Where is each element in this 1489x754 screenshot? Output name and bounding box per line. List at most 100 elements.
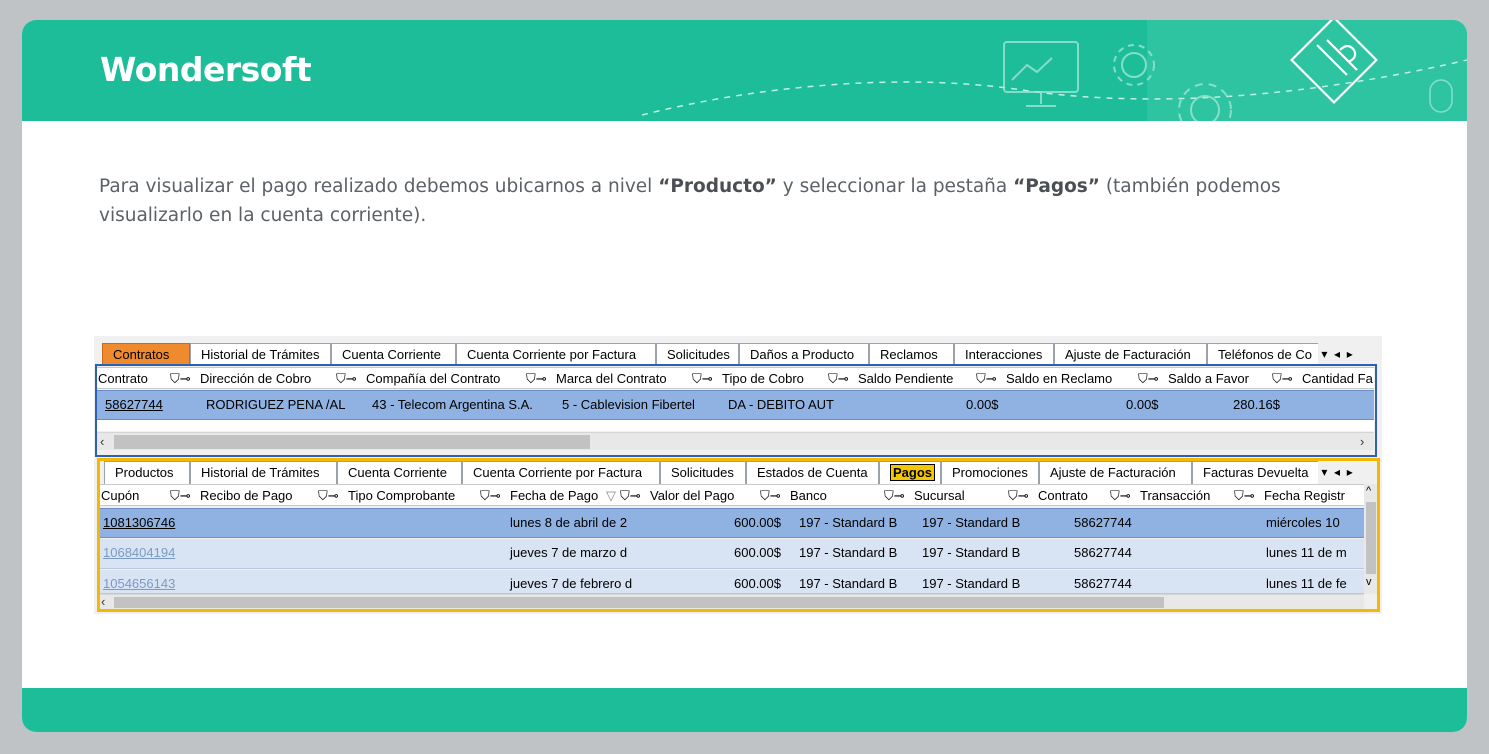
cell-sucursal: 197 - Standard B bbox=[922, 576, 1021, 591]
col-tipo-cobro[interactable]: Tipo de Cobro bbox=[722, 371, 804, 386]
filter-pin-icon[interactable]: ⛉⊸ bbox=[170, 488, 191, 504]
brand-logo: Wondersoft bbox=[100, 50, 312, 89]
tab-cuenta-corriente-factura-2[interactable]: Cuenta Corriente por Factura bbox=[462, 461, 660, 484]
tab-telefonos[interactable]: Teléfonos de Co bbox=[1207, 343, 1319, 366]
col-transaccion[interactable]: Transacción bbox=[1140, 488, 1210, 503]
tab-next-icon[interactable]: ▸ bbox=[1347, 347, 1353, 361]
filter-pin-icon[interactable]: ⛉⊸ bbox=[1138, 371, 1159, 387]
payment-row[interactable]: 1054656143 jueves 7 de febrero d 600.00$… bbox=[98, 570, 1364, 594]
scroll-left-icon[interactable]: ‹ bbox=[101, 594, 105, 609]
cell-fecha-registro: lunes 11 de m bbox=[1266, 545, 1347, 560]
tab-interacciones[interactable]: Interacciones bbox=[954, 343, 1054, 366]
payment-row[interactable]: 1068404194 jueves 7 de marzo d 600.00$ 1… bbox=[98, 539, 1364, 569]
payment-row[interactable]: 1081306746 lunes 8 de abril de 2 600.00$… bbox=[98, 508, 1364, 538]
tab-next-icon[interactable]: ▸ bbox=[1347, 465, 1353, 479]
filter-pin-icon[interactable]: ⛉⊸ bbox=[1272, 371, 1293, 387]
col-compania[interactable]: Compañía del Contrato bbox=[366, 371, 500, 386]
filter-pin-icon[interactable]: ⛉⊸ bbox=[526, 371, 547, 387]
intro-text-2: y seleccionar la pestaña bbox=[776, 176, 1014, 197]
products-panel: Productos Historial de Trámites Cuenta C… bbox=[94, 457, 1382, 614]
col-direccion-cobro[interactable]: Dirección de Cobro bbox=[200, 371, 311, 386]
tab-list-dropdown-icon[interactable]: ▾ bbox=[1318, 465, 1334, 479]
tab-promociones[interactable]: Promociones bbox=[941, 461, 1039, 484]
col-contrato-2[interactable]: Contrato bbox=[1038, 488, 1088, 503]
tab-solicitudes-2[interactable]: Solicitudes bbox=[660, 461, 746, 484]
col-cupon[interactable]: Cupón bbox=[101, 488, 139, 503]
cell-fecha-registro: miércoles 10 bbox=[1266, 515, 1340, 530]
header-banner: Wondersoft bbox=[22, 20, 1467, 121]
col-saldo-favor[interactable]: Saldo a Favor bbox=[1168, 371, 1249, 386]
cell-contrato[interactable]: 58627744 bbox=[105, 397, 163, 412]
filter-pin-icon[interactable]: ⛉⊸ bbox=[1110, 488, 1131, 504]
filter-pin-icon[interactable]: ⛉⊸ bbox=[976, 371, 997, 387]
tab-ajuste-facturacion-2[interactable]: Ajuste de Facturación bbox=[1039, 461, 1192, 484]
intro-bold-producto: “Producto” bbox=[658, 176, 777, 197]
contracts-grid-header: Contrato ⛉⊸ Dirección de Cobro ⛉⊸ Compañ… bbox=[96, 367, 1374, 389]
cell-cupon[interactable]: 1054656143 bbox=[103, 576, 175, 591]
intro-text-1: Para visualizar el pago realizado debemo… bbox=[99, 176, 659, 197]
tab-historial-tramites-2[interactable]: Historial de Trámites bbox=[190, 461, 337, 484]
tab-prev-icon[interactable]: ◂ bbox=[1334, 465, 1347, 479]
col-sucursal[interactable]: Sucursal bbox=[914, 488, 965, 503]
vscroll-thumb[interactable] bbox=[1366, 502, 1376, 574]
tab-list-dropdown-icon[interactable]: ▾ bbox=[1318, 347, 1334, 361]
tab-reclamos[interactable]: Reclamos bbox=[869, 343, 954, 366]
filter-pin-icon[interactable]: ⛉⊸ bbox=[760, 488, 781, 504]
tab-facturas-devueltas[interactable]: Facturas Devuelta bbox=[1192, 461, 1319, 484]
tab-estados-cuenta[interactable]: Estados de Cuenta bbox=[746, 461, 879, 484]
cell-marca: 5 - Cablevision Fibertel bbox=[562, 397, 695, 412]
filter-pin-icon[interactable]: ⛉⊸ bbox=[692, 371, 713, 387]
scroll-right-icon[interactable]: › bbox=[1360, 434, 1364, 449]
app-screenshot: Contratos Historial de Trámites Cuenta C… bbox=[94, 336, 1382, 614]
tab-pagos[interactable]: Pagos bbox=[879, 461, 941, 484]
tab-contratos[interactable]: Contratos bbox=[102, 343, 190, 366]
tab-solicitudes[interactable]: Solicitudes bbox=[656, 343, 739, 366]
col-recibo-pago[interactable]: Recibo de Pago bbox=[200, 488, 293, 503]
filter-pin-icon[interactable]: ⛉⊸ bbox=[480, 488, 501, 504]
filter-pin-icon[interactable]: ⛉⊸ bbox=[318, 488, 339, 504]
col-cantidad[interactable]: Cantidad Fa bbox=[1302, 371, 1373, 386]
cell-fecha-registro: lunes 11 de fe bbox=[1266, 576, 1347, 591]
col-saldo-reclamo[interactable]: Saldo en Reclamo bbox=[1006, 371, 1112, 386]
filter-pin-icon[interactable]: ⛉⊸ bbox=[336, 371, 357, 387]
tab-prev-icon[interactable]: ◂ bbox=[1334, 347, 1347, 361]
col-valor-pago[interactable]: Valor del Pago bbox=[650, 488, 734, 503]
filter-pin-icon[interactable]: ⛉⊸ bbox=[1234, 488, 1255, 504]
filter-pin-icon[interactable]: ⛉⊸ bbox=[884, 488, 905, 504]
col-marca[interactable]: Marca del Contrato bbox=[556, 371, 667, 386]
tab-productos[interactable]: Productos bbox=[104, 461, 190, 484]
tab-cuenta-corriente-2[interactable]: Cuenta Corriente bbox=[337, 461, 462, 484]
filter-pin-icon[interactable]: ⛉⊸ bbox=[1008, 488, 1029, 504]
tab-cuenta-corriente-factura[interactable]: Cuenta Corriente por Factura bbox=[456, 343, 656, 366]
tab-cuenta-corriente[interactable]: Cuenta Corriente bbox=[331, 343, 456, 366]
sort-icon[interactable]: ▽ bbox=[606, 488, 616, 504]
scroll-left-icon[interactable]: ‹ bbox=[100, 434, 104, 449]
payments-vscroll[interactable]: ^ v bbox=[1364, 484, 1378, 594]
tab-historial-tramites[interactable]: Historial de Trámites bbox=[190, 343, 331, 366]
payments-grid-header: Cupón ⛉⊸ Recibo de Pago ⛉⊸ Tipo Comproba… bbox=[98, 484, 1364, 506]
contracts-hscroll[interactable]: ‹ › bbox=[96, 432, 1374, 450]
cell-valor-pago: 600.00$ bbox=[734, 515, 781, 530]
cell-compania: 43 - Telecom Argentina S.A. bbox=[372, 397, 533, 412]
col-contrato[interactable]: Contrato bbox=[98, 371, 148, 386]
scroll-down-icon[interactable]: v bbox=[1366, 576, 1372, 588]
scroll-thumb[interactable] bbox=[114, 597, 1164, 608]
cell-cupon[interactable]: 1068404194 bbox=[103, 545, 175, 560]
tab-scroll-controls: ▾ ◂ ▸ bbox=[1318, 343, 1378, 366]
scroll-up-icon[interactable]: ^ bbox=[1366, 485, 1371, 497]
contract-row[interactable]: 58627744 RODRIGUEZ PENA /AL 43 - Telecom… bbox=[96, 390, 1374, 420]
filter-pin-icon[interactable]: ⛉⊸ bbox=[620, 488, 641, 504]
col-fecha-pago[interactable]: Fecha de Pago bbox=[510, 488, 598, 503]
products-tabstrip: Productos Historial de Trámites Cuenta C… bbox=[94, 458, 1382, 484]
filter-pin-icon[interactable]: ⛉⊸ bbox=[170, 371, 191, 387]
cell-cupon[interactable]: 1081306746 bbox=[103, 515, 175, 530]
tab-ajuste-facturacion[interactable]: Ajuste de Facturación bbox=[1054, 343, 1207, 366]
col-tipo-comprobante[interactable]: Tipo Comprobante bbox=[348, 488, 455, 503]
col-fecha-registro[interactable]: Fecha Registr bbox=[1264, 488, 1345, 503]
filter-pin-icon[interactable]: ⛉⊸ bbox=[828, 371, 849, 387]
col-banco[interactable]: Banco bbox=[790, 488, 827, 503]
payments-hscroll[interactable]: ‹ bbox=[98, 594, 1364, 609]
scroll-thumb[interactable] bbox=[114, 435, 590, 449]
tab-danos-producto[interactable]: Daños a Producto bbox=[739, 343, 869, 366]
col-saldo-pendiente[interactable]: Saldo Pendiente bbox=[858, 371, 953, 386]
